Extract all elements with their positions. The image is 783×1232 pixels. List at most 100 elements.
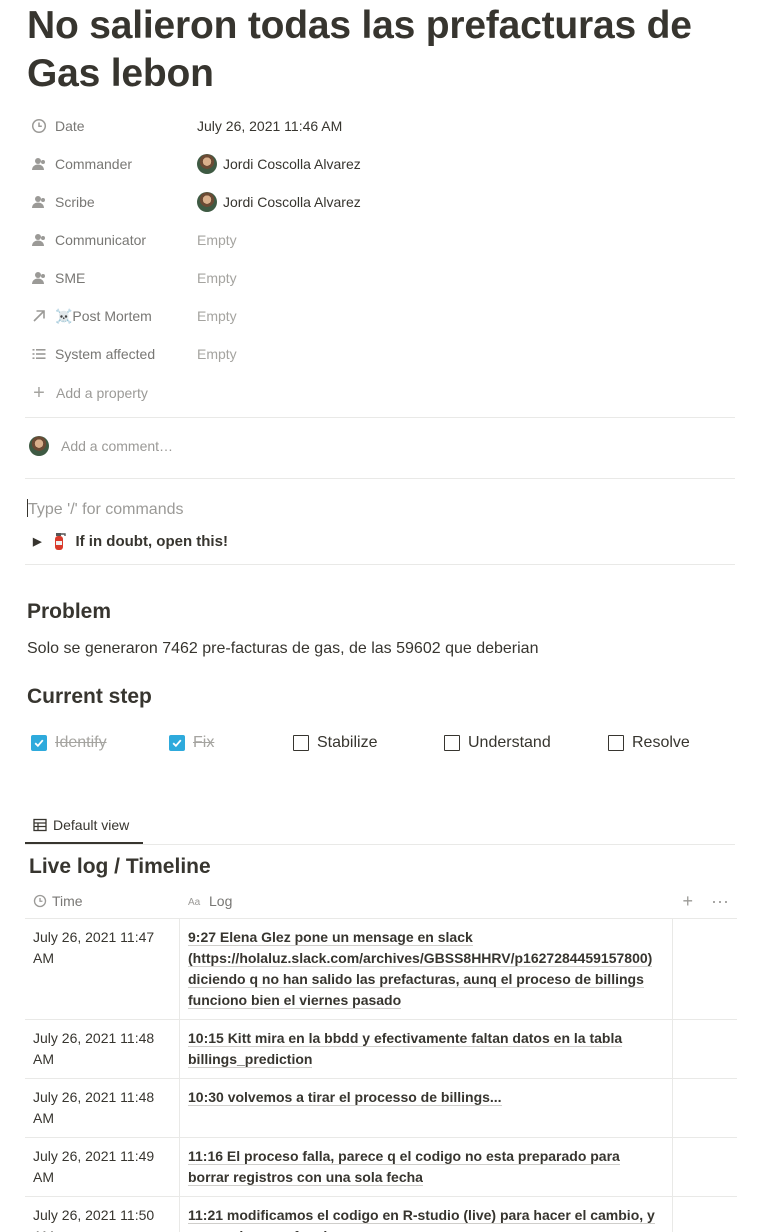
property-value[interactable]: Jordi Coscolla Alvarez xyxy=(197,154,361,174)
log-cell[interactable]: 11:16 El proceso falla, parece q el codi… xyxy=(180,1138,673,1196)
column-header-time[interactable]: Time xyxy=(25,893,180,909)
fire-extinguisher-icon xyxy=(51,531,67,551)
column-label: Log xyxy=(209,893,233,909)
property-key[interactable]: Communicator xyxy=(26,232,197,248)
problem-heading: Problem xyxy=(27,600,112,623)
properties-panel: Date July 26, 2021 11:46 AM Commander Jo… xyxy=(26,107,736,413)
add-property-button[interactable]: + Add a property xyxy=(26,373,736,413)
time-cell[interactable]: July 26, 2021 11:47 AM xyxy=(25,919,180,1019)
table-actions: + ··· xyxy=(665,884,730,919)
clock-icon xyxy=(33,894,47,908)
table-row[interactable]: July 26, 2021 11:48 AM 10:30 volvemos a … xyxy=(25,1079,737,1138)
text-type-icon: Aa xyxy=(188,897,201,907)
checkbox-icon[interactable] xyxy=(608,735,624,751)
person-icon xyxy=(31,270,47,286)
table-row[interactable]: July 26, 2021 11:47 AM 9:27 Elena Glez p… xyxy=(25,919,737,1020)
property-value[interactable]: Jordi Coscolla Alvarez xyxy=(197,192,361,212)
step-label: Identify xyxy=(55,734,107,751)
checkbox-checked-icon[interactable] xyxy=(169,735,185,751)
property-label: Commander xyxy=(55,156,133,172)
log-cell[interactable]: 10:15 Kitt mira en la bbdd y efectivamen… xyxy=(180,1020,673,1078)
property-communicator[interactable]: Communicator Empty xyxy=(26,221,736,259)
log-text: 10:30 volvemos a tirar el processo de bi… xyxy=(188,1089,502,1106)
property-key[interactable]: SME xyxy=(26,270,197,286)
table-header: Time Aa Log + ··· xyxy=(25,884,737,919)
log-cell[interactable]: 11:21 modificamos el codigo en R-studio … xyxy=(180,1197,673,1232)
relation-arrow-icon xyxy=(31,308,47,324)
step-understand[interactable]: Understand xyxy=(444,734,551,752)
property-value[interactable]: Empty xyxy=(197,270,237,286)
empty-cell[interactable] xyxy=(673,1138,737,1196)
empty-cell[interactable] xyxy=(673,1020,737,1078)
log-text: 11:16 El proceso falla, parece q el codi… xyxy=(188,1148,620,1186)
step-resolve[interactable]: Resolve xyxy=(608,734,690,752)
property-sme[interactable]: SME Empty xyxy=(26,259,736,297)
table-row[interactable]: July 26, 2021 11:48 AM 10:15 Kitt mira e… xyxy=(25,1020,737,1079)
comment-input[interactable]: Add a comment… xyxy=(29,436,173,456)
clock-icon xyxy=(31,118,47,134)
time-cell[interactable]: July 26, 2021 11:48 AM xyxy=(25,1079,180,1137)
property-value[interactable]: Empty xyxy=(197,232,237,248)
table-row[interactable]: July 26, 2021 11:50 AM 11:21 modificamos… xyxy=(25,1197,737,1232)
step-stabilize[interactable]: Stabilize xyxy=(293,734,377,752)
time-cell[interactable]: July 26, 2021 11:49 AM xyxy=(25,1138,180,1196)
step-fix[interactable]: Fix xyxy=(169,734,214,752)
toggle-block[interactable]: ▶ If in doubt, open this! xyxy=(33,531,228,551)
database-title[interactable]: Live log / Timeline xyxy=(29,855,211,879)
list-icon xyxy=(31,346,47,362)
table-row[interactable]: July 26, 2021 11:49 AM 11:16 El proceso … xyxy=(25,1138,737,1197)
problem-text[interactable]: Solo se generaron 7462 pre-facturas de g… xyxy=(27,640,538,658)
property-value[interactable]: Empty xyxy=(197,346,237,362)
property-date[interactable]: Date July 26, 2021 11:46 AM xyxy=(26,107,736,145)
divider xyxy=(25,844,735,845)
time-cell[interactable]: July 26, 2021 11:48 AM xyxy=(25,1020,180,1078)
property-value[interactable]: July 26, 2021 11:46 AM xyxy=(197,118,342,134)
column-header-log[interactable]: Aa Log xyxy=(180,893,232,909)
step-identify[interactable]: Identify xyxy=(31,734,107,752)
checkbox-icon[interactable] xyxy=(444,735,460,751)
divider xyxy=(25,564,735,565)
add-column-icon[interactable]: + xyxy=(683,891,694,912)
view-tab-default[interactable]: Default view xyxy=(25,808,143,844)
triangle-right-icon[interactable]: ▶ xyxy=(33,535,41,548)
svg-text:Aa: Aa xyxy=(188,897,201,907)
checkbox-icon[interactable] xyxy=(293,735,309,751)
view-tab-label: Default view xyxy=(53,817,130,833)
person-name: Jordi Coscolla Alvarez xyxy=(223,194,361,210)
property-key[interactable]: ☠️Post Mortem xyxy=(26,308,197,325)
person-icon xyxy=(31,156,47,172)
property-label: ☠️Post Mortem xyxy=(55,307,152,324)
property-label: Scribe xyxy=(55,194,95,210)
step-label: Stabilize xyxy=(317,734,378,751)
property-commander[interactable]: Commander Jordi Coscolla Alvarez xyxy=(26,145,736,183)
property-key[interactable]: Date xyxy=(26,118,197,134)
log-cell[interactable]: 9:27 Elena Glez pone un mensage en slack… xyxy=(180,919,673,1019)
property-label: Communicator xyxy=(55,232,147,248)
more-options-icon[interactable]: ··· xyxy=(711,891,729,912)
table-icon xyxy=(33,818,47,832)
step-label: Resolve xyxy=(632,734,690,751)
plus-icon: + xyxy=(33,382,45,404)
property-scribe[interactable]: Scribe Jordi Coscolla Alvarez xyxy=(26,183,736,221)
property-key[interactable]: Commander xyxy=(26,156,197,172)
property-key[interactable]: System affected xyxy=(26,346,197,362)
person-icon xyxy=(31,194,47,210)
empty-cell[interactable] xyxy=(673,1197,737,1232)
property-system-affected[interactable]: System affected Empty xyxy=(26,335,736,373)
empty-cell[interactable] xyxy=(673,919,737,1019)
property-label: System affected xyxy=(55,346,156,362)
page-title[interactable]: No salieron todas las prefacturas de Gas… xyxy=(27,2,757,98)
log-table: Time Aa Log + ··· July 26, 2021 11:47 AM… xyxy=(25,884,737,1232)
command-input[interactable]: Type '/' for commands xyxy=(27,499,184,519)
step-label: Fix xyxy=(193,734,215,751)
property-key[interactable]: Scribe xyxy=(26,194,197,210)
property-post-mortem[interactable]: ☠️Post Mortem Empty xyxy=(26,297,736,335)
time-cell[interactable]: July 26, 2021 11:50 AM xyxy=(25,1197,180,1232)
property-label: SME xyxy=(55,270,86,286)
log-cell[interactable]: 10:30 volvemos a tirar el processo de bi… xyxy=(180,1079,673,1137)
empty-cell[interactable] xyxy=(673,1079,737,1137)
current-step-checklist: Identify Fix Stabilize Understand Resolv… xyxy=(31,734,751,756)
checkbox-checked-icon[interactable] xyxy=(31,735,47,751)
property-value[interactable]: Empty xyxy=(197,308,237,324)
step-label: Understand xyxy=(468,734,551,751)
